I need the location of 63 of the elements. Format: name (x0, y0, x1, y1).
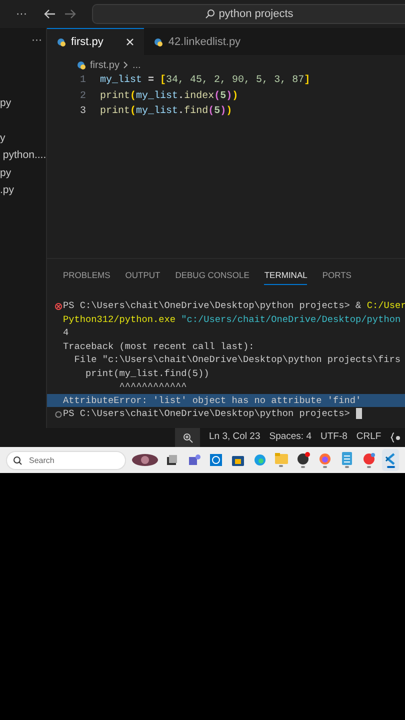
code-line: print(my_list.index(5)) (100, 90, 238, 102)
status-item[interactable]: UTF-8 (320, 430, 348, 445)
browser-icon (254, 454, 266, 466)
file-item[interactable]: python.... (0, 147, 46, 164)
terminal-line: 4 (63, 327, 69, 338)
code-editor-icon (384, 452, 397, 464)
terminal-line: print(my_list.find(5)) (84, 368, 210, 378)
panel-tab[interactable]: PORTS (322, 267, 352, 285)
taskbar-app-button[interactable] (382, 449, 399, 471)
editor-tab[interactable]: first.py (47, 28, 144, 55)
forward-arrow-icon[interactable] (64, 9, 76, 19)
breadcrumb-item[interactable]: first.py (90, 58, 120, 72)
more-menu[interactable]: ··· (32, 34, 42, 46)
status-item[interactable]: Ln 3, Col 23 (209, 430, 260, 445)
zoom-icon (182, 432, 192, 442)
file-item[interactable]: py (0, 164, 46, 182)
search-highlight-picture (131, 454, 159, 466)
terminal-line: Python312/python.exe "c:/Users/chait/OneDrive/Desktop/python (63, 314, 401, 324)
app-icon (296, 452, 310, 465)
line-number: 2 (78, 90, 87, 104)
terminal-line: Traceback (most recent call last): (63, 340, 254, 352)
python-file-icon (77, 60, 86, 70)
search-icon (204, 9, 215, 19)
bag-icon (232, 454, 244, 466)
chevron-icon (123, 61, 128, 69)
braces-icon[interactable] (390, 432, 402, 443)
terminal-line: AttributeError: 'list' object has no attribute 'find' (63, 394, 362, 406)
panel-tab[interactable]: OUTPUT (125, 267, 160, 285)
status-item[interactable]: Spaces: 4 (269, 430, 312, 445)
search-field[interactable]: python projects (92, 4, 405, 24)
square-logo-icon (210, 454, 222, 466)
search-field[interactable]: Search (6, 450, 126, 470)
fox-browser-icon (319, 452, 332, 464)
breadcrumb-item[interactable]: ... (132, 58, 141, 72)
office-icon (362, 452, 375, 464)
panel-tab[interactable]: TERMINAL (264, 267, 308, 285)
code-line: print(my_list.find(5)) (100, 106, 232, 117)
zoom-button[interactable] (175, 428, 200, 447)
people-icon (188, 454, 201, 466)
notepad-icon (342, 452, 352, 465)
code-line: my_list = [34, 45, 2, 90, 5, 3, 87] (100, 75, 310, 86)
terminal-line: ^^^^^^^^^^^^ (118, 381, 187, 392)
panel-tab[interactable]: PROBLEMS (63, 267, 110, 285)
panel-tab[interactable]: DEBUG CONSOLE (175, 267, 250, 285)
file-item[interactable]: py (0, 95, 46, 112)
file-item[interactable]: y (0, 130, 46, 147)
python-file-icon (154, 38, 164, 46)
taskbar-app-button[interactable] (294, 449, 312, 471)
folder-icon (274, 453, 288, 464)
python-file-icon (57, 38, 66, 46)
back-arrow-icon[interactable] (44, 9, 56, 19)
task-view-icon (166, 454, 178, 466)
terminal-line: PS C:\Users\chait\OneDrive\Desktop\python projects> (63, 408, 351, 419)
status-item[interactable]: CRLF (356, 430, 382, 445)
more-menu[interactable]: ··· (16, 6, 36, 22)
line-number: 3 (78, 105, 87, 119)
close-icon[interactable] (126, 38, 134, 46)
terminal-line: File "c:\Users\chait\OneDrive\Desktop\python projects\firs (73, 354, 401, 365)
file-item[interactable]: .py (0, 182, 46, 200)
terminal-line: PS C:\Users\chait\OneDrive\Desktop\python projects> & C:/User (63, 300, 405, 311)
line-number: 1 (78, 74, 87, 88)
search-icon (13, 456, 22, 464)
search-text: python projects (218, 6, 294, 22)
